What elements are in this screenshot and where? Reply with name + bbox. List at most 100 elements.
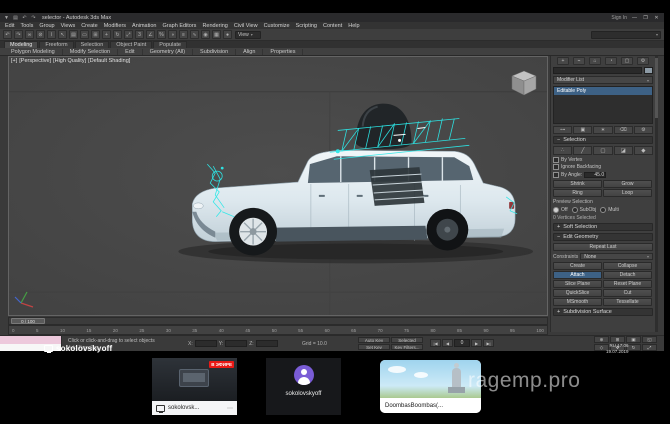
hierarchy-tab-icon[interactable]: ⌂ xyxy=(589,57,601,65)
zoom-region-icon[interactable]: ◱ xyxy=(642,336,657,343)
menu-item[interactable]: Customize xyxy=(264,23,290,29)
edit-geometry-button[interactable]: Collapse xyxy=(603,262,652,270)
restore-icon[interactable]: ❐ xyxy=(641,15,650,21)
constraints-dropdown[interactable]: None ▾ xyxy=(580,253,653,260)
tray-language[interactable]: RU xyxy=(610,343,617,348)
set-key-button[interactable]: Set Key xyxy=(358,344,390,350)
curve-editor-icon[interactable]: ∿ xyxy=(190,30,199,39)
tray-clock[interactable]: 17:06 xyxy=(617,343,628,348)
ribbon-section[interactable]: Geometry (All) xyxy=(143,49,193,55)
pin-stack-icon[interactable]: ⊶ xyxy=(553,126,572,134)
menu-item[interactable]: Group xyxy=(39,23,54,29)
motion-tab-icon[interactable]: ◔ xyxy=(605,57,617,65)
sign-in-button[interactable]: Sign In xyxy=(611,15,627,21)
zoom-icon[interactable]: ⊕ xyxy=(594,336,609,343)
menu-item[interactable]: Graph Editors xyxy=(163,23,197,29)
panel-scrollbar[interactable] xyxy=(655,56,658,332)
selection-button[interactable]: Grow xyxy=(603,180,652,188)
render-setup-icon[interactable]: ▦ xyxy=(212,30,221,39)
selection-button[interactable]: Ring xyxy=(553,189,602,197)
track-bar[interactable]: 0510152025303540455055606570758085909510… xyxy=(8,325,548,335)
edge-subobject-icon[interactable]: ╱ xyxy=(573,146,592,155)
link-preview-card[interactable]: DoombasBoombas(... xyxy=(380,360,481,413)
render-icon[interactable]: ● xyxy=(223,30,232,39)
soft-selection-rollout-header[interactable]: + Soft Selection xyxy=(553,223,653,231)
by-angle-checkbox[interactable]: By Angle: xyxy=(553,172,582,178)
select-move-icon[interactable]: + xyxy=(102,30,111,39)
radio-option[interactable]: SubObj xyxy=(572,207,597,213)
ribbon-tab[interactable]: Selection xyxy=(75,41,110,48)
reference-coordinate-dropdown[interactable]: View ▾ xyxy=(235,31,261,39)
remove-modifier-icon[interactable]: ⌫ xyxy=(614,126,633,134)
close-icon[interactable]: ✕ xyxy=(652,15,661,21)
tray-date[interactable]: 19.07.2019 xyxy=(606,349,629,355)
zoom-all-icon[interactable]: ⊞ xyxy=(610,336,625,343)
edit-geometry-button[interactable]: Cut xyxy=(603,289,652,297)
percent-snap-icon[interactable]: % xyxy=(157,30,166,39)
more-options-button[interactable]: ⋯ xyxy=(227,405,233,412)
select-rotate-icon[interactable]: ↻ xyxy=(113,30,122,39)
minimize-icon[interactable]: — xyxy=(630,15,639,21)
window-crossing-icon[interactable]: ⊞ xyxy=(91,30,100,39)
display-tab-icon[interactable]: ▢ xyxy=(621,57,633,65)
repeat-last-button[interactable]: Repeat Last xyxy=(553,243,653,251)
redo-icon[interactable]: ↷ xyxy=(14,30,23,39)
ribbon-section[interactable]: Align xyxy=(236,49,263,55)
modify-tab-icon[interactable]: ⌁ xyxy=(573,57,585,65)
redo-icon[interactable]: ↷ xyxy=(30,15,37,21)
profile-card[interactable]: sokolovskyoff xyxy=(266,358,341,415)
zoom-extents-icon[interactable]: ▣ xyxy=(626,336,641,343)
time-slider-handle[interactable]: 0 / 100 xyxy=(11,318,45,324)
create-tab-icon[interactable]: + xyxy=(557,57,569,65)
save-icon[interactable]: ▤ xyxy=(12,15,19,21)
element-subobject-icon[interactable]: ◆ xyxy=(634,146,653,155)
object-name-field[interactable] xyxy=(553,67,642,74)
edit-geometry-button[interactable]: Attach xyxy=(553,271,602,279)
mirror-icon[interactable]: ◑ xyxy=(168,30,177,39)
undo-icon[interactable]: ↶ xyxy=(3,30,12,39)
object-color-swatch[interactable] xyxy=(644,67,653,74)
edit-geometry-button[interactable]: Slice Plane xyxy=(553,280,602,288)
menu-item[interactable]: Modifiers xyxy=(104,23,126,29)
ribbon-section[interactable]: Properties xyxy=(263,49,303,55)
modifier-list-dropdown[interactable]: Modifier List ▾ xyxy=(553,76,653,84)
modifier-stack-item[interactable]: Editable Poly xyxy=(554,87,652,95)
select-object-icon[interactable]: ↖ xyxy=(58,30,67,39)
viewport-pov-menu[interactable]: [Perspective] xyxy=(19,58,51,64)
edit-geometry-button[interactable]: Create xyxy=(553,262,602,270)
menu-item[interactable]: Tools xyxy=(20,23,33,29)
ribbon-tab[interactable]: Freeform xyxy=(39,41,73,48)
menu-item[interactable]: Scripting xyxy=(296,23,317,29)
menu-item[interactable]: Rendering xyxy=(202,23,227,29)
menu-item[interactable]: Edit xyxy=(5,23,14,29)
named-selection-set-dropdown[interactable]: ▾ xyxy=(591,31,661,39)
key-filters-button[interactable]: Key Filters... xyxy=(391,344,423,350)
selection-rollout-header[interactable]: − Selection xyxy=(553,136,653,144)
ribbon-tab[interactable]: Modeling xyxy=(4,41,38,48)
radio-option[interactable]: Multi xyxy=(600,207,619,213)
y-coordinate-field[interactable] xyxy=(225,340,247,347)
unlink-icon[interactable]: ⊘ xyxy=(36,30,45,39)
ribbon-section[interactable]: Edit xyxy=(118,49,142,55)
viewcube[interactable] xyxy=(509,67,539,97)
auto-key-button[interactable]: Auto Key xyxy=(358,337,390,343)
selection-button[interactable]: Shrink xyxy=(553,180,602,188)
snap-toggle-icon[interactable]: 3 xyxy=(135,30,144,39)
viewport[interactable]: [+][Perspective][High Quality][Default S… xyxy=(8,56,548,316)
edit-geometry-button[interactable]: Reset Plane xyxy=(603,280,652,288)
z-coordinate-field[interactable] xyxy=(256,340,278,347)
menu-item[interactable]: Create xyxy=(81,23,98,29)
app-menu-icon[interactable]: ▼ xyxy=(3,15,10,21)
x-coordinate-field[interactable] xyxy=(195,340,217,347)
edit-geometry-rollout-header[interactable]: − Edit Geometry xyxy=(553,233,653,241)
checkbox[interactable]: By Vertex xyxy=(553,157,653,163)
select-by-name-icon[interactable]: ▤ xyxy=(69,30,78,39)
maximize-viewport-icon[interactable]: ⤢ xyxy=(642,344,657,351)
menu-item[interactable]: Help xyxy=(348,23,359,29)
viewport-quality-menu[interactable]: [High Quality] xyxy=(53,58,86,64)
go-to-start-icon[interactable]: |◀ xyxy=(430,339,441,347)
bind-spacewarp-icon[interactable]: ⌇ xyxy=(47,30,56,39)
edit-geometry-button[interactable]: QuickSlice xyxy=(553,289,602,297)
angle-value-field[interactable]: 45.0 xyxy=(584,172,606,178)
select-scale-icon[interactable]: ⤢ xyxy=(124,30,133,39)
